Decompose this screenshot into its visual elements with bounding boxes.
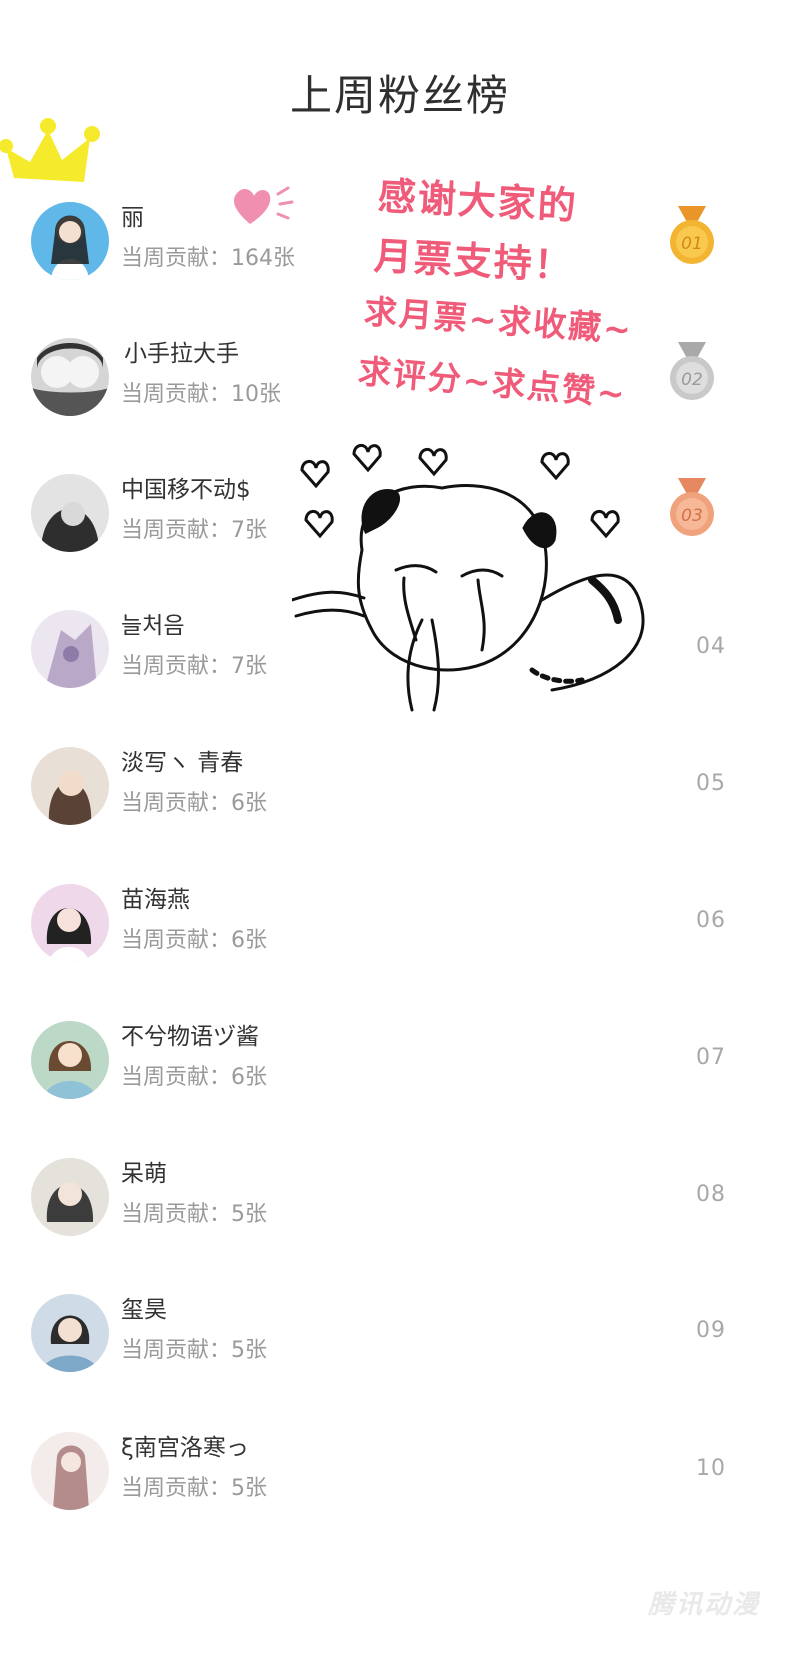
avatar[interactable]: [31, 1432, 109, 1510]
fan-name: 늘처음: [121, 613, 185, 639]
fan-row[interactable]: 苗海燕 当周贡献：6张 06: [0, 884, 800, 1014]
rank-number: 10: [696, 1456, 726, 1481]
svg-text:03: 03: [681, 506, 703, 526]
fan-row[interactable]: 不兮物语ヅ酱 当周贡献：6张 07: [0, 1021, 800, 1151]
sticker-line: 感谢大家的: [376, 173, 579, 229]
rank-number: 04: [696, 634, 726, 659]
sticker-line: 月票支持！: [372, 233, 575, 289]
rank-number: 08: [696, 1182, 726, 1207]
avatar[interactable]: [31, 747, 109, 825]
avatar[interactable]: [31, 610, 109, 688]
fan-name: 淡写ヽ 青春: [121, 750, 244, 776]
avatar[interactable]: [31, 474, 109, 552]
avatar[interactable]: [31, 884, 109, 962]
rank-number: 06: [696, 908, 726, 933]
avatar[interactable]: [31, 338, 109, 416]
sticker-line: 求月票~求收藏~: [362, 291, 635, 350]
avatar[interactable]: [31, 1158, 109, 1236]
fan-row[interactable]: 呆萌 当周贡献：5张 08: [0, 1158, 800, 1288]
fan-row[interactable]: 淡写ヽ 青春 当周贡献：6张 05: [0, 747, 800, 877]
fan-contribution: 当周贡献：10张: [121, 382, 281, 407]
crown-icon: [0, 118, 100, 182]
fan-contribution: 当周贡献：5张: [121, 1476, 267, 1501]
fan-name: 呆萌: [121, 1161, 167, 1187]
fan-contribution: 当周贡献：164张: [121, 246, 295, 271]
avatar[interactable]: [31, 202, 109, 280]
fan-name: 玺昊: [121, 1297, 167, 1323]
fan-name: ξ南宫洛寒っ: [121, 1435, 249, 1461]
fan-row[interactable]: 玺昊 当周贡献：5张 09: [0, 1294, 800, 1424]
fan-contribution: 当周贡献：7张: [121, 654, 267, 679]
watermark: 腾讯动漫: [647, 1590, 760, 1620]
page-title: 上周粉丝榜: [289, 71, 510, 120]
cat-doodle-illustration: [292, 444, 645, 712]
avatar[interactable]: [31, 1294, 109, 1372]
sticker-line: 求评分~求点赞~: [356, 351, 629, 414]
fan-contribution: 当周贡献：6张: [121, 1065, 267, 1090]
rank-number: 05: [696, 771, 726, 796]
bronze-medal-icon: 03: [670, 478, 714, 536]
fan-contribution: 当周贡献：7张: [121, 518, 267, 543]
avatar[interactable]: [31, 1021, 109, 1099]
fan-row[interactable]: ξ南宫洛寒っ 当周贡献：5张 10: [0, 1432, 800, 1562]
fan-name: 小手拉大手: [124, 341, 239, 367]
fan-contribution: 当周贡献：6张: [121, 791, 267, 816]
fan-name: 中国移不动$: [121, 477, 251, 503]
fan-name: 不兮物语ヅ酱: [121, 1024, 259, 1050]
fan-name: 苗海燕: [121, 887, 190, 913]
fan-contribution: 当周贡献：6张: [121, 928, 267, 953]
rank-number: 09: [696, 1318, 726, 1343]
thanks-sticker: 感谢大家的 月票支持！ 求月票~求收藏~ 求评分~求点赞~: [357, 170, 706, 440]
fan-name: 丽: [121, 205, 144, 231]
fan-contribution: 当周贡献：5张: [121, 1338, 267, 1363]
fan-contribution: 当周贡献：5张: [121, 1202, 267, 1227]
rank-number: 07: [696, 1045, 726, 1070]
